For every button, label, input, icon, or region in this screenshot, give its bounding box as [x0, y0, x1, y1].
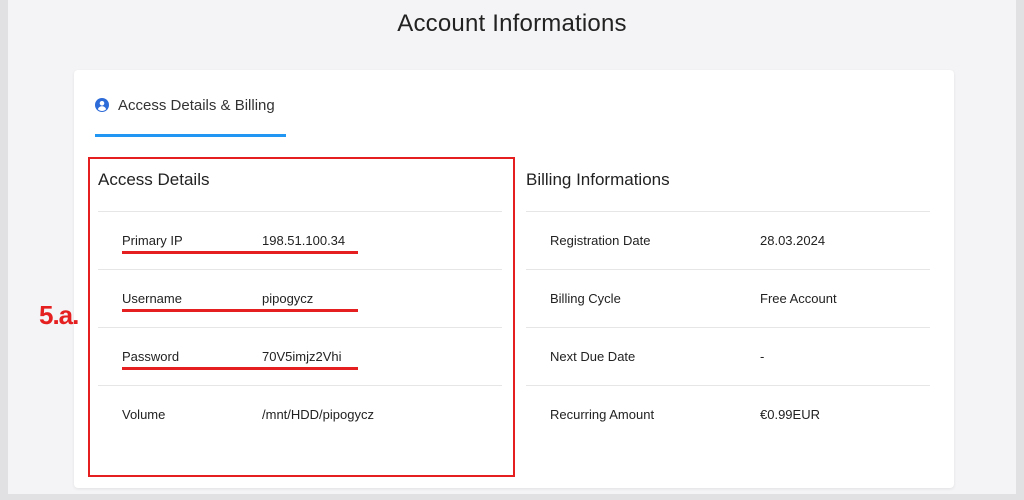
tab-label: Access Details & Billing: [118, 97, 275, 114]
billing-row-registration-date: Registration Date 28.03.2024: [526, 211, 930, 269]
tab-access-details-billing[interactable]: Access Details & Billing: [95, 70, 286, 138]
row-value: 28.03.2024: [760, 233, 826, 248]
tab-active-indicator: [95, 134, 286, 137]
billing-row-next-due-date: Next Due Date -: [526, 327, 930, 385]
row-value: €0.99EUR: [760, 407, 820, 422]
user-circle-icon: [95, 98, 109, 112]
billing-row-recurring-amount: Recurring Amount €0.99EUR: [526, 385, 930, 443]
annotation-step-label: 5.a.: [39, 300, 79, 330]
billing-informations-title: Billing Informations: [526, 170, 670, 189]
row-label: Recurring Amount: [550, 407, 655, 422]
annotation-underline-primary-ip: [122, 251, 358, 254]
page-title: Account Informations: [397, 10, 627, 37]
row-value: -: [760, 349, 765, 364]
row-value: Free Account: [760, 291, 837, 306]
row-label: Next Due Date: [550, 349, 636, 364]
annotation-underline-username: [122, 309, 358, 312]
row-label: Registration Date: [550, 233, 651, 248]
row-label: Billing Cycle: [550, 291, 621, 306]
billing-row-billing-cycle: Billing Cycle Free Account: [526, 269, 930, 327]
annotation-underline-password: [122, 367, 358, 370]
annotation-highlight-box: [88, 157, 515, 477]
